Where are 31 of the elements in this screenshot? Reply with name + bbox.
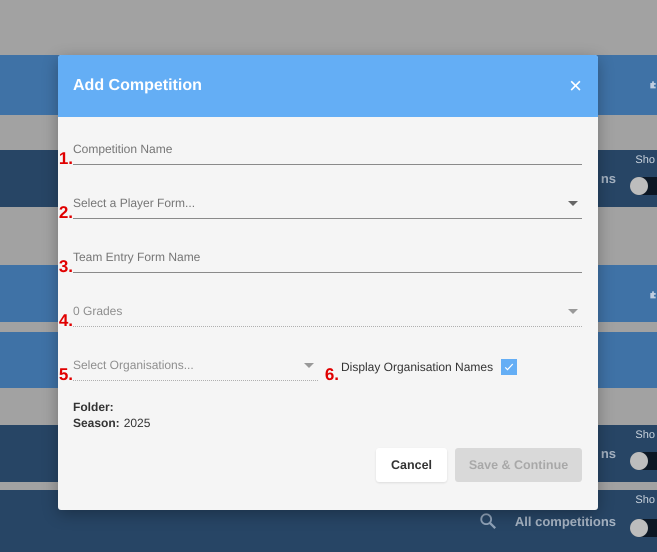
dialog-title: Add Competition [73,77,202,95]
input-field[interactable]: Competition Name [73,139,582,165]
input-field[interactable]: Select a Player Form... [73,193,582,219]
switch-label: Sho [635,429,655,441]
checkbox-label: Display Organisation Names [341,360,494,374]
cancel-button[interactable]: Cancel [376,448,447,482]
filter-label: All competitions [514,514,616,528]
caret-icon [568,308,578,314]
caret-icon [304,362,314,368]
toggle-switch[interactable] [630,519,657,537]
search-icon[interactable] [478,512,497,530]
puzzle-icon[interactable] [649,289,657,301]
step-number: 6. [324,366,339,383]
toggle-switch[interactable] [630,176,657,194]
input-field[interactable]: Team Entry Form Name [73,247,582,273]
caret-icon [568,200,578,206]
switch-label: Sho [635,154,655,166]
step-number: 4. [58,312,73,329]
info-text: Folder: [73,399,115,415]
checkbox[interactable] [501,359,518,375]
step-number: 3. [58,258,73,275]
filter-label: ns [600,171,616,186]
checkmark-icon [503,361,516,373]
step-number: 5. [58,366,73,383]
info-text: Season: 2025 [73,415,152,431]
toggle-switch[interactable] [630,452,657,470]
filter-label: ns [600,446,616,461]
switch-label: Sho [635,494,655,506]
step-number: 2. [58,204,73,221]
step-number: 1. [58,150,73,167]
puzzle-icon[interactable] [649,79,657,91]
